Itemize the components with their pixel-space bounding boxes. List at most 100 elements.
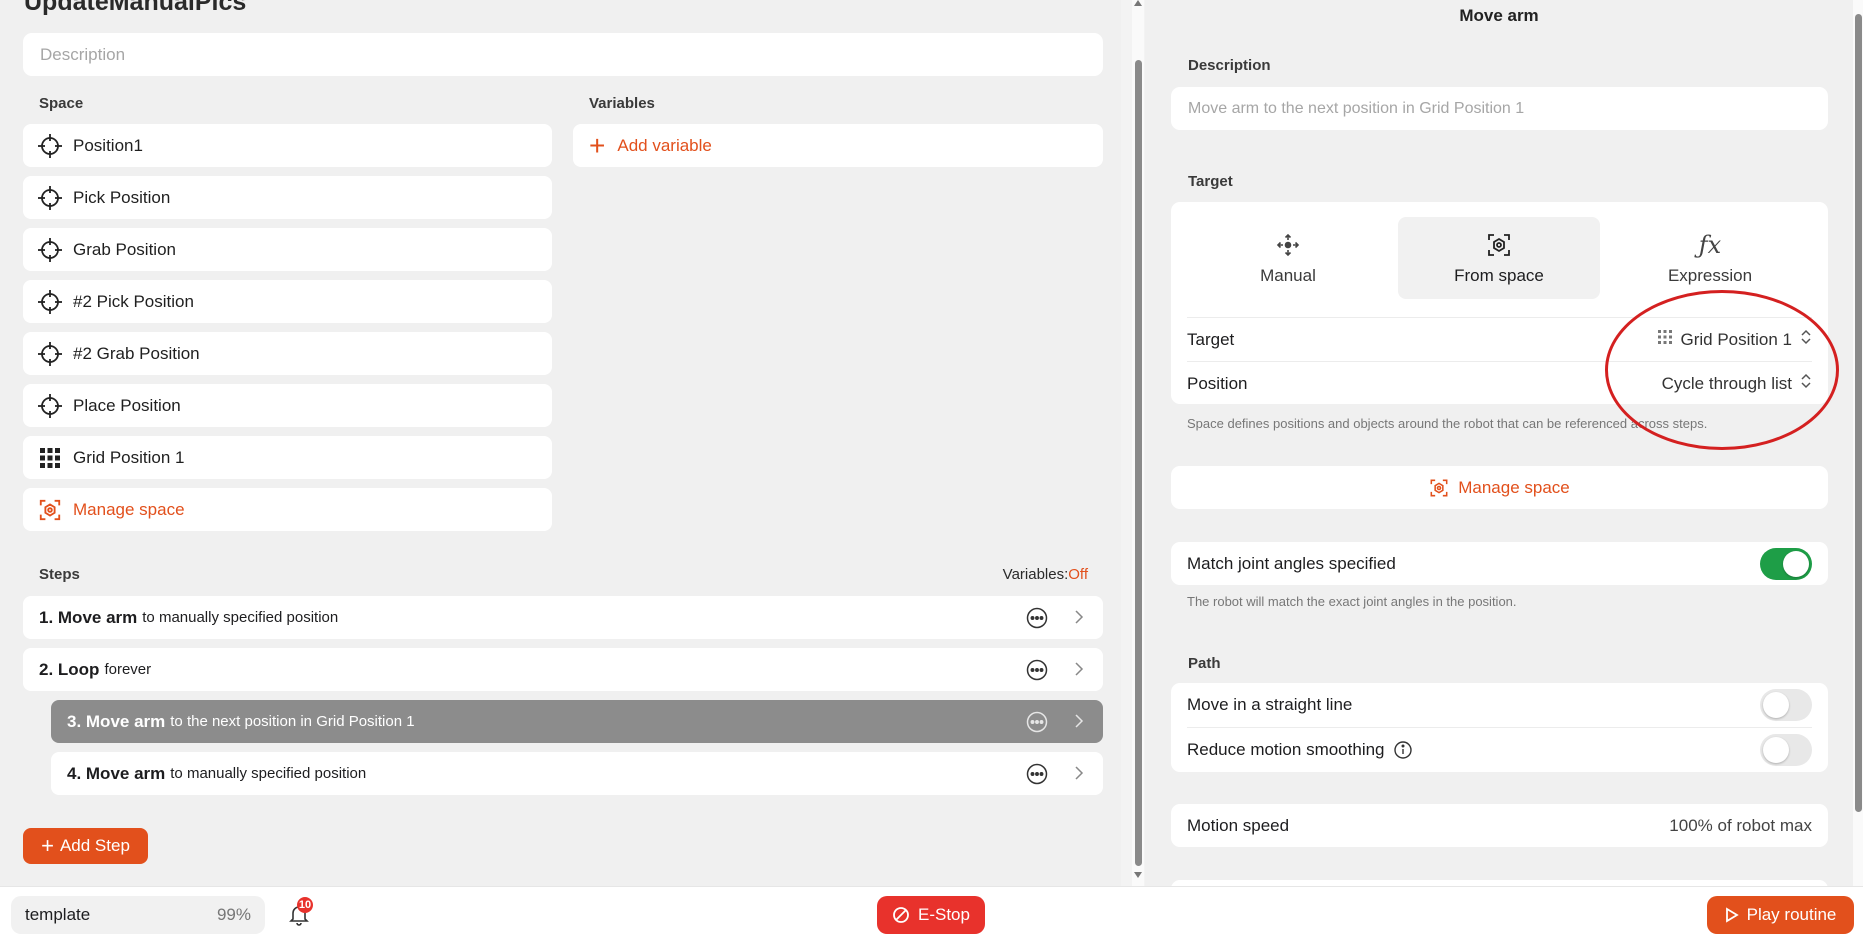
- space-item[interactable]: Grab Position: [23, 228, 552, 271]
- space-item[interactable]: #2 Grab Position: [23, 332, 552, 375]
- step-row[interactable]: 3. Move arm to the next position in Grid …: [51, 700, 1103, 743]
- variables-visibility-toggle[interactable]: Variables:Off: [1003, 566, 1088, 583]
- left-scrollbar[interactable]: [1132, 0, 1144, 886]
- space-item[interactable]: Position1: [23, 124, 552, 167]
- toggle-knob: [1763, 692, 1789, 718]
- space-section-label: Space: [39, 95, 84, 112]
- manage-space-label: Manage space: [1458, 477, 1570, 497]
- motion-speed-value: 100% of robot max: [1669, 815, 1812, 835]
- tab-from-space-label: From space: [1454, 266, 1544, 285]
- tab-expression-label: Expression: [1667, 266, 1753, 285]
- straight-line-row: Move in a straight line: [1187, 683, 1812, 727]
- robot-percent: 99%: [216, 905, 251, 924]
- chevron-right-icon[interactable]: [1073, 609, 1085, 625]
- space-item[interactable]: Pick Position: [23, 176, 552, 219]
- scrollbar-thumb[interactable]: [1135, 60, 1142, 866]
- path-card: Move in a straight line Reduce motion sm…: [1171, 683, 1828, 772]
- motion-speed-row[interactable]: Motion speed 100% of robot max: [1171, 804, 1828, 847]
- play-routine-label: Play routine: [1746, 905, 1837, 924]
- reduce-smoothing-toggle[interactable]: [1760, 733, 1812, 766]
- space-icon: [37, 497, 63, 523]
- step-detail: to manually specified position: [142, 609, 339, 626]
- step-row[interactable]: 2. Loop forever: [23, 648, 1103, 691]
- step-title: 4. Move arm: [67, 763, 166, 783]
- step-title: 1. Move arm: [39, 607, 138, 627]
- steps-section-label: Steps: [39, 566, 80, 583]
- space-item-label: #2 Pick Position: [73, 291, 194, 311]
- crosshair-icon: [37, 341, 63, 367]
- space-item[interactable]: #2 Pick Position: [23, 280, 552, 323]
- plus-icon: +: [589, 129, 606, 161]
- path-section-label: Path: [1188, 655, 1221, 672]
- routine-description-input[interactable]: [23, 33, 1103, 76]
- move-arrows-icon: [1275, 230, 1301, 260]
- variables-section-label: Variables: [589, 95, 655, 112]
- estop-button[interactable]: E-Stop: [877, 896, 985, 934]
- add-variable-button[interactable]: + Add variable: [573, 124, 1103, 167]
- routine-title: UpdateManualPics: [24, 0, 247, 16]
- match-joint-card: Match joint angles specified: [1171, 542, 1828, 585]
- tab-manual[interactable]: Manual: [1187, 217, 1389, 299]
- space-item[interactable]: Place Position: [23, 384, 552, 427]
- step-detail: to manually specified position: [170, 765, 367, 782]
- description-label: Description: [1188, 57, 1271, 74]
- step-row[interactable]: 4. Move arm to manually specified positio…: [51, 752, 1103, 795]
- scroll-down-arrow[interactable]: [1134, 872, 1142, 878]
- space-item-label: Place Position: [73, 395, 181, 415]
- more-options-icon[interactable]: [1026, 711, 1048, 733]
- manage-space-label: Manage space: [73, 499, 185, 519]
- step-title: 2. Loop: [39, 659, 100, 679]
- target-row-label: Target: [1187, 329, 1235, 349]
- straight-line-toggle[interactable]: [1760, 689, 1812, 721]
- more-options-icon[interactable]: [1026, 607, 1048, 629]
- crosshair-icon: [37, 237, 63, 263]
- add-step-button[interactable]: + Add Step: [23, 828, 148, 864]
- reduce-smoothing-label: Reduce motion smoothing: [1187, 739, 1385, 759]
- crosshair-icon: [37, 393, 63, 419]
- scroll-up-arrow[interactable]: [1134, 0, 1142, 6]
- space-item-label: Position1: [73, 135, 143, 155]
- plus-icon: +: [41, 833, 54, 858]
- match-joint-row: Match joint angles specified: [1187, 542, 1812, 586]
- manage-space-button[interactable]: Manage space: [1171, 466, 1828, 509]
- space-icon: [1429, 478, 1449, 498]
- match-joint-toggle[interactable]: [1760, 548, 1812, 580]
- crosshair-icon: [37, 289, 63, 315]
- notification-badge: 10: [297, 897, 313, 913]
- play-icon: [1725, 907, 1739, 923]
- variables-toggle-value: Off: [1068, 566, 1088, 583]
- step-description-field[interactable]: Move arm to the next position in Grid Po…: [1171, 87, 1828, 130]
- space-item[interactable]: Grid Position 1: [23, 436, 552, 479]
- grid-icon: [37, 445, 63, 471]
- straight-line-label: Move in a straight line: [1187, 695, 1353, 714]
- toggle-knob: [1783, 551, 1809, 577]
- space-item-label: Grid Position 1: [73, 447, 185, 467]
- reduce-smoothing-row: Reduce motion smoothing: [1187, 727, 1812, 771]
- tab-from-space[interactable]: From space: [1398, 217, 1600, 299]
- more-options-icon[interactable]: [1026, 659, 1048, 681]
- robot-selector[interactable]: template 99%: [11, 896, 265, 934]
- chevron-right-icon[interactable]: [1073, 765, 1085, 781]
- chevron-right-icon[interactable]: [1073, 713, 1085, 729]
- space-icon: [1486, 230, 1512, 260]
- scrollbar-thumb[interactable]: [1855, 14, 1862, 812]
- fx-icon: ƒx: [1698, 231, 1722, 259]
- play-routine-button[interactable]: Play routine: [1707, 896, 1854, 934]
- info-icon[interactable]: [1393, 740, 1413, 760]
- routine-editor-pane: UpdateManualPics Space Variables Positio…: [0, 0, 1121, 886]
- more-options-icon[interactable]: [1026, 763, 1048, 785]
- variables-toggle-label: Variables:: [1002, 566, 1069, 583]
- robot-name: template: [25, 905, 91, 924]
- step-row[interactable]: 1. Move arm to manually specified positio…: [23, 596, 1103, 639]
- motion-speed-label: Motion speed: [1187, 815, 1290, 835]
- manage-space-link[interactable]: Manage space: [23, 488, 552, 531]
- right-scrollbar[interactable]: [1853, 0, 1863, 886]
- chevron-right-icon[interactable]: [1073, 661, 1085, 677]
- step-detail: to the next position in Grid Position 1: [170, 713, 415, 730]
- tab-manual-label: Manual: [1260, 266, 1316, 285]
- match-joint-note: The robot will match the exact joint ang…: [1187, 594, 1517, 609]
- add-step-label: Add Step: [59, 836, 130, 855]
- target-section-label: Target: [1188, 173, 1233, 190]
- tab-expression[interactable]: ƒx Expression: [1609, 217, 1811, 299]
- space-item-label: #2 Grab Position: [73, 343, 200, 363]
